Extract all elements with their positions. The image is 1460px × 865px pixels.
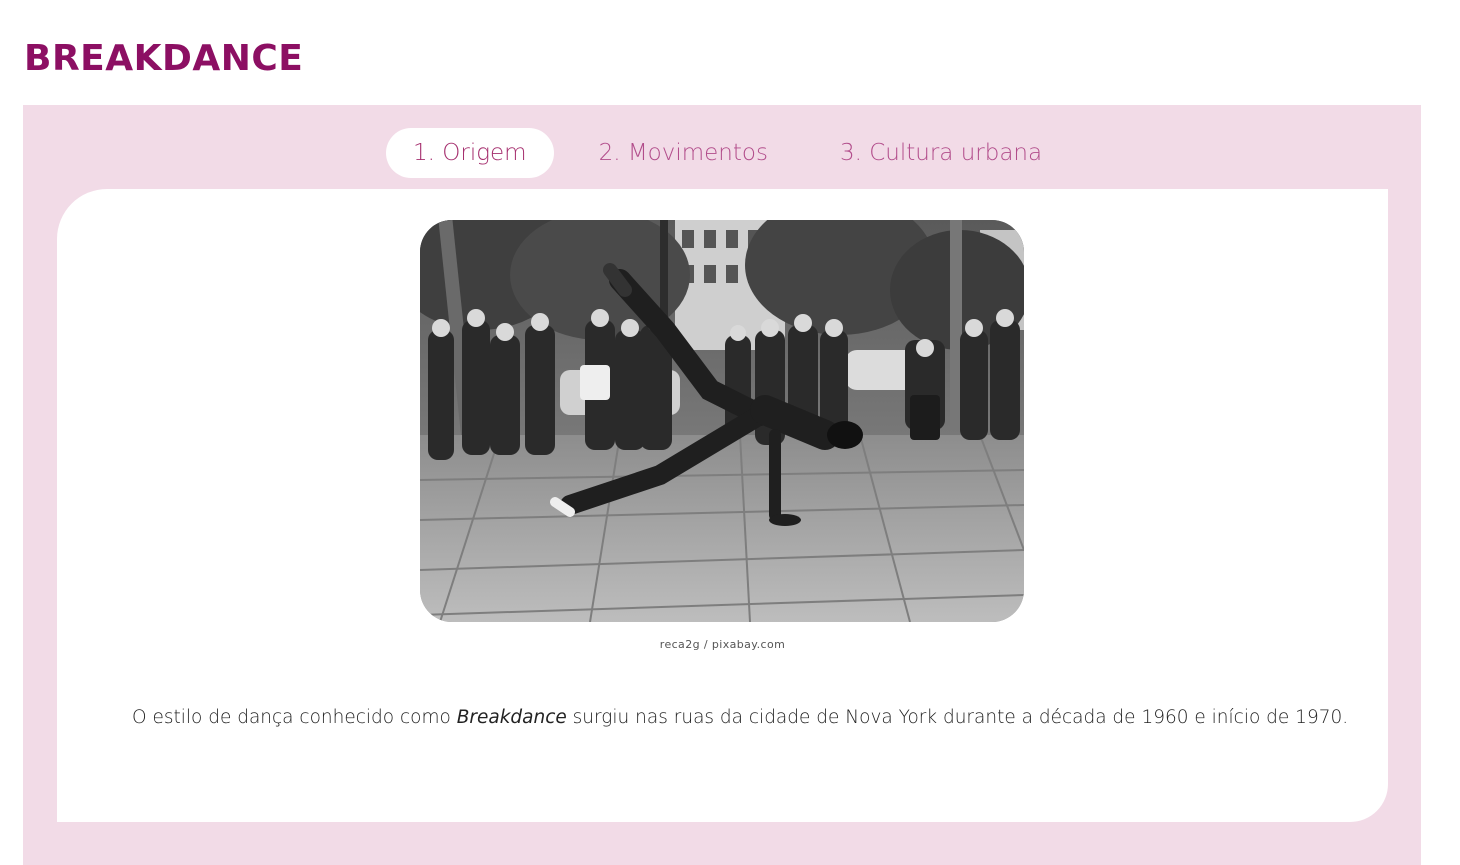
content-panel: 1. Origem 2. Movimentos 3. Cultura urban… — [23, 105, 1421, 865]
tab-cultura-urbana[interactable]: 3. Cultura urbana — [813, 128, 1069, 178]
content-card: reca2g / pixabay.com O estilo de dança c… — [57, 189, 1388, 822]
paragraph-text-start: O estilo de dança conhecido como — [132, 707, 457, 728]
tab-origem[interactable]: 1. Origem — [386, 128, 554, 178]
page-title: BREAKDANCE — [24, 38, 304, 79]
tab-movimentos[interactable]: 2. Movimentos — [572, 128, 795, 178]
breakdance-photo — [420, 220, 1024, 622]
tab-bar: 1. Origem 2. Movimentos 3. Cultura urban… — [386, 128, 1087, 178]
paragraph-text-end: surgiu nas ruas da cidade de Nova York d… — [566, 707, 1349, 728]
paragraph-emphasis: Breakdance — [456, 707, 567, 728]
image-credit: reca2g / pixabay.com — [659, 638, 786, 651]
origin-paragraph: O estilo de dança conhecido como Breakda… — [88, 702, 1358, 733]
